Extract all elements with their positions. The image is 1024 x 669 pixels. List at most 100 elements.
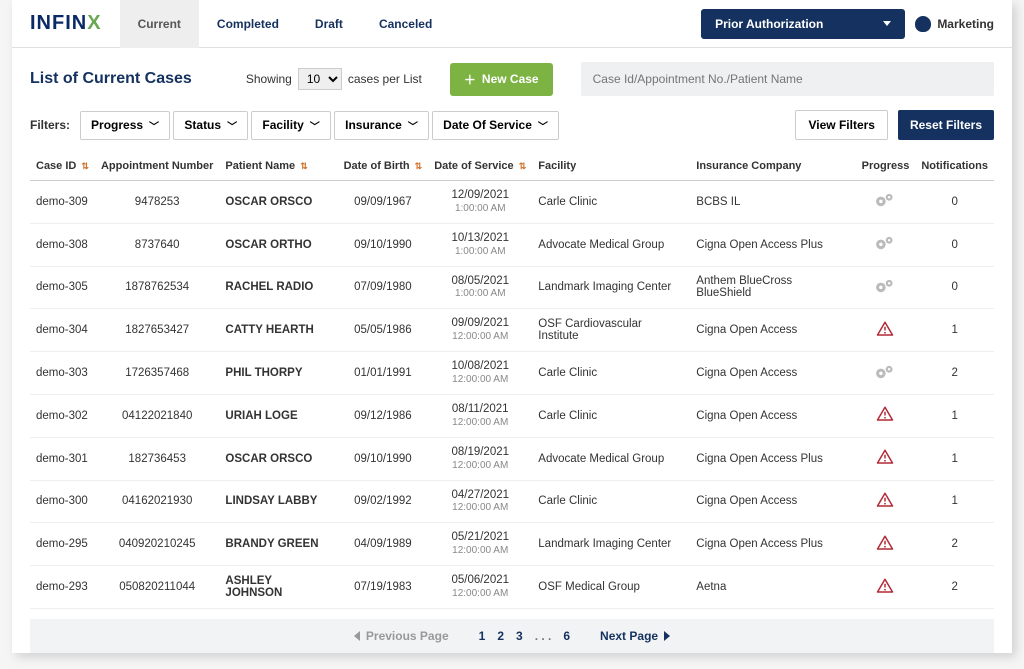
col-insurance-company[interactable]: Insurance Company [690, 152, 855, 181]
col-date-of-service[interactable]: Date of Service ⇅ [428, 152, 532, 181]
filters-row: Filters: Progress ﹀ Status ﹀ Facility ﹀ … [12, 110, 1012, 152]
cell-insurance: Cigna Open Access [690, 309, 855, 352]
per-page-select[interactable]: 10 [298, 68, 342, 90]
next-page-button[interactable]: Next Page [600, 629, 670, 643]
col-progress[interactable]: Progress [856, 152, 916, 181]
cell-dob: 09/12/1986 [338, 394, 429, 437]
filter-facility[interactable]: Facility ﹀ [251, 111, 330, 140]
filters-label: Filters: [30, 118, 70, 132]
progress-gear-icon [874, 364, 896, 380]
table-row[interactable]: demo-3041827653427CATTY HEARTH05/05/1986… [30, 309, 994, 352]
page-3[interactable]: 3 [516, 629, 523, 643]
table-row[interactable]: demo-30004162021930LINDSAY LABBY09/02/19… [30, 480, 994, 523]
reset-filters-button[interactable]: Reset Filters [898, 110, 994, 140]
cell-case-id: demo-309 [30, 181, 95, 224]
col-patient-name[interactable]: Patient Name ⇅ [219, 152, 337, 181]
page-2[interactable]: 2 [497, 629, 504, 643]
tab-current[interactable]: Current [120, 0, 199, 48]
col-facility[interactable]: Facility [532, 152, 690, 181]
cell-dos: 12/09/20211:00:00 AM [428, 181, 532, 224]
cell-progress [856, 523, 916, 566]
cell-notif: 1 [915, 394, 994, 437]
cell-patient: PHIL THORPY [219, 352, 337, 395]
cell-patient: BRANDY GREEN [219, 523, 337, 566]
caret-down-icon [883, 21, 891, 26]
cell-dos: 04/27/202112:00:00 AM [428, 480, 532, 523]
cell-insurance: Cigna Open Access [690, 352, 855, 395]
cell-dob: 07/19/1983 [338, 566, 429, 609]
cell-progress [856, 566, 916, 609]
cell-dos: 08/11/202112:00:00 AM [428, 394, 532, 437]
new-case-button[interactable]: ＋New Case [450, 63, 553, 96]
tab-completed[interactable]: Completed [199, 0, 297, 48]
progress-warning-icon [876, 405, 894, 423]
filter-status[interactable]: Status ﹀ [173, 111, 248, 140]
cell-patient: CATTY HEARTH [219, 309, 337, 352]
cell-notif: 2 [915, 523, 994, 566]
cell-insurance: Aetna [690, 566, 855, 609]
logo-x: X [87, 12, 101, 34]
view-filters-button[interactable]: View Filters [795, 110, 887, 140]
cell-facility: OSF Medical Group [532, 566, 690, 609]
sort-icon: ⇅ [415, 161, 423, 171]
cell-appt: 040920210245 [95, 523, 219, 566]
showing-suffix: cases per List [348, 72, 422, 86]
filter-progress[interactable]: Progress ﹀ [80, 111, 170, 140]
cell-facility: Carle Clinic [532, 181, 690, 224]
user-menu[interactable]: Marketing [915, 16, 994, 32]
page-ellipsis: . . . [535, 629, 552, 643]
table-row[interactable]: demo-293050820211044ASHLEY JOHNSON07/19/… [30, 566, 994, 609]
cell-case-id: demo-308 [30, 223, 95, 266]
cell-appt: 8737640 [95, 223, 219, 266]
table-row[interactable]: demo-3088737640OSCAR ORTHO09/10/199010/1… [30, 223, 994, 266]
chevron-left-icon [354, 631, 360, 641]
table-row[interactable]: demo-301182736453OSCAR ORSCO09/10/199008… [30, 437, 994, 480]
table-row[interactable]: demo-295040920210245BRANDY GREEN04/09/19… [30, 523, 994, 566]
table-row[interactable]: demo-3051878762534RACHEL RADIO07/09/1980… [30, 266, 994, 309]
progress-warning-icon [876, 491, 894, 509]
progress-warning-icon [876, 320, 894, 338]
sort-icon: ⇅ [300, 161, 308, 171]
table-row[interactable]: demo-3031726357468PHIL THORPY01/01/19911… [30, 352, 994, 395]
prior-auth-dropdown[interactable]: Prior Authorization [701, 9, 905, 39]
cell-facility: Landmark Imaging Center [532, 523, 690, 566]
filter-insurance[interactable]: Insurance ﹀ [334, 111, 429, 140]
cases-table: Case ID ⇅Appointment NumberPatient Name … [30, 152, 994, 609]
cell-notif: 0 [915, 266, 994, 309]
cell-facility: OSF Cardiovascular Institute [532, 309, 690, 352]
page-1[interactable]: 1 [479, 629, 486, 643]
cell-dos: 10/08/202112:00:00 AM [428, 352, 532, 395]
cell-progress [856, 480, 916, 523]
progress-gear-icon [874, 192, 896, 208]
cell-insurance: Cigna Open Access [690, 394, 855, 437]
cell-dob: 05/05/1986 [338, 309, 429, 352]
table-row[interactable]: demo-3099478253OSCAR ORSCO09/09/196712/0… [30, 181, 994, 224]
col-notifications[interactable]: Notifications [915, 152, 994, 181]
cell-notif: 0 [915, 181, 994, 224]
progress-warning-icon [876, 448, 894, 466]
cell-case-id: demo-302 [30, 394, 95, 437]
col-appointment-number[interactable]: Appointment Number [95, 152, 219, 181]
tab-draft[interactable]: Draft [297, 0, 361, 48]
cell-case-id: demo-295 [30, 523, 95, 566]
cell-patient: OSCAR ORTHO [219, 223, 337, 266]
filter-date-of-service[interactable]: Date Of Service ﹀ [432, 111, 559, 140]
cell-appt: 04162021930 [95, 480, 219, 523]
table-header-row: Case ID ⇅Appointment NumberPatient Name … [30, 152, 994, 181]
cell-progress [856, 309, 916, 352]
prev-page-button[interactable]: Previous Page [354, 629, 449, 643]
page-6[interactable]: 6 [563, 629, 570, 643]
table-row[interactable]: demo-30204122021840URIAH LOGE09/12/19860… [30, 394, 994, 437]
cell-notif: 1 [915, 309, 994, 352]
cell-appt: 9478253 [95, 181, 219, 224]
col-date-of-birth[interactable]: Date of Birth ⇅ [338, 152, 429, 181]
cell-case-id: demo-304 [30, 309, 95, 352]
cell-dob: 09/10/1990 [338, 437, 429, 480]
cell-appt: 1726357468 [95, 352, 219, 395]
cell-dos: 08/19/202112:00:00 AM [428, 437, 532, 480]
tab-canceled[interactable]: Canceled [361, 0, 450, 48]
cell-patient: URIAH LOGE [219, 394, 337, 437]
col-case-id[interactable]: Case ID ⇅ [30, 152, 95, 181]
cell-appt: 1878762534 [95, 266, 219, 309]
search-input[interactable] [581, 62, 994, 96]
